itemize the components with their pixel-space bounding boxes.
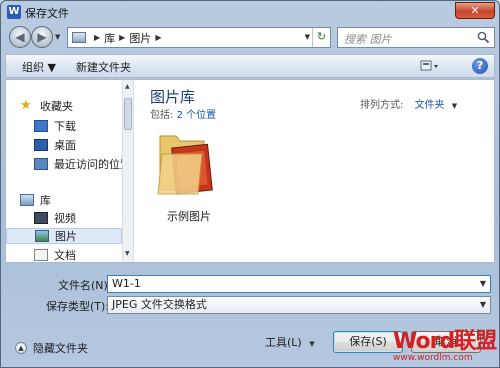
video-icon [34,212,48,224]
library-icon [20,194,34,206]
breadcrumb-pictures[interactable]: 图片 [129,30,151,46]
search-input[interactable]: 搜索 图片 [337,27,495,48]
tools-label: 工具(L) [265,336,302,349]
filename-label: 文件名(N): [58,279,112,292]
save-file-dialog: W 保存文件 ✕ ◀ ▶ ▼ ▶ 库 ▶ 图片 ▶ ▼ ↻ 搜索 图片 组织 ▼… [0,0,500,368]
word-app-icon: W [7,5,21,19]
address-bar[interactable]: ▶ 库 ▶ 图片 ▶ ▼ ↻ [67,27,331,48]
sidebar-item-libraries[interactable]: 库 [20,192,51,208]
library-includes: 包括: 2 个位置 [150,106,216,121]
scroll-down-icon[interactable]: ▼ [125,250,130,257]
address-dropdown-icon[interactable]: ▼ [305,33,310,41]
download-folder-icon [34,120,48,132]
scrollbar-thumb[interactable] [124,98,132,130]
arrange-by: 排列方式: 文件夹 ▼ [360,96,457,111]
sidebar-item-label: 视频 [54,212,76,225]
hide-folders-label: 隐藏文件夹 [33,342,88,355]
sidebar-item-label: 文档 [54,249,76,262]
chevron-down-icon[interactable]: ▼ [452,102,457,110]
sidebar-item-label: 下载 [54,120,76,133]
arrange-label: 排列方式: [360,100,404,111]
sidebar-item-label: 收藏夹 [40,100,73,113]
sidebar-item-videos[interactable]: 视频 [34,210,76,226]
filetype-value: JPEG 文件交换格式 [112,298,207,311]
chevron-down-icon: ▼ [309,340,315,348]
folder-label[interactable]: 示例图片 [150,208,228,224]
chevron-down-icon[interactable]: ▼ [480,297,486,313]
sidebar-item-downloads[interactable]: 下载 [34,118,76,134]
search-icon[interactable] [477,31,490,44]
window-title: 保存文件 [25,7,69,20]
star-icon: ★ [20,98,32,113]
filetype-label: 保存类型(T): [46,300,110,313]
forward-button[interactable]: ▶ [31,26,53,48]
navigation-scrollbar[interactable]: ▲ ▼ [122,80,133,262]
documents-icon [34,249,48,261]
pictures-icon [35,230,49,242]
tools-menu[interactable]: 工具(L) ▼ [265,334,315,350]
breadcrumb-libraries[interactable]: 库 [104,30,115,46]
chevron-right-icon[interactable]: ▶ [119,33,125,42]
back-button[interactable]: ◀ [9,26,31,48]
sidebar-item-label: 最近访问的位置 [54,158,131,171]
filename-value: W1-1 [112,277,141,290]
chevron-right-icon[interactable]: ▶ [155,33,161,42]
sidebar-item-pictures[interactable]: 图片 [6,228,122,244]
sidebar-item-favorites[interactable]: ★ 收藏夹 [20,98,73,114]
watermark-logo: Word联盟 [393,329,497,354]
locations-link[interactable]: 2 个位置 [177,110,217,121]
new-folder-button[interactable]: 新建文件夹 [76,59,131,75]
help-icon[interactable]: ? [472,58,488,74]
title-bar: W 保存文件 ✕ [1,1,499,23]
chevron-right-icon[interactable]: ▶ [94,33,100,42]
sidebar-item-label: 图片 [55,230,77,243]
sidebar-item-label: 桌面 [54,139,76,152]
watermark: Word联盟 www.wordlm.com [385,323,500,368]
chevron-up-icon: ▲ [15,342,27,354]
library-title: 图片库 [150,88,196,106]
hide-folders-toggle[interactable]: ▲ 隐藏文件夹 [15,340,88,356]
sidebar-item-recent-places[interactable]: 最近访问的位置 [34,156,131,172]
close-button[interactable]: ✕ [455,2,495,19]
refresh-icon[interactable]: ↻ [312,28,330,47]
scroll-up-icon[interactable]: ▲ [125,83,130,90]
change-view-icon[interactable] [420,59,440,73]
chevron-down-icon[interactable]: ▼ [480,276,486,292]
desktop-icon [34,139,48,151]
organize-menu[interactable]: 组织 ▼ [22,59,56,75]
arrange-by-dropdown[interactable]: 文件夹 [415,100,445,111]
command-toolbar: 组织 ▼ 新建文件夹 ? [5,54,495,78]
recent-pages-dropdown-icon[interactable]: ▼ [55,33,60,41]
recent-places-icon [34,158,48,170]
sidebar-item-label: 库 [40,194,51,207]
filetype-select[interactable]: JPEG 文件交换格式 ▼ [107,296,491,314]
navigation-pane: ★ 收藏夹 下载 桌面 最近访问的位置 库 视频 图片 文档 ▲ ▼ [6,80,134,262]
watermark-url: www.wordlm.com [393,353,473,363]
sidebar-item-documents[interactable]: 文档 [34,247,76,263]
filename-field[interactable]: W1-1 ▼ [107,275,491,293]
sidebar-item-desktop[interactable]: 桌面 [34,137,76,153]
content-area: ★ 收藏夹 下载 桌面 最近访问的位置 库 视频 图片 文档 ▲ ▼ 图片库 包… [5,79,495,263]
file-list-pane: 图片库 包括: 2 个位置 排列方式: 文件夹 ▼ 示例图片 [136,80,494,262]
library-icon [72,32,86,43]
search-placeholder: 搜索 图片 [344,33,392,46]
sample-pictures-folder-icon[interactable] [154,130,218,200]
navigation-bar: ◀ ▶ ▼ ▶ 库 ▶ 图片 ▶ ▼ ↻ 搜索 图片 [5,25,495,51]
includes-label: 包括: [150,110,174,121]
